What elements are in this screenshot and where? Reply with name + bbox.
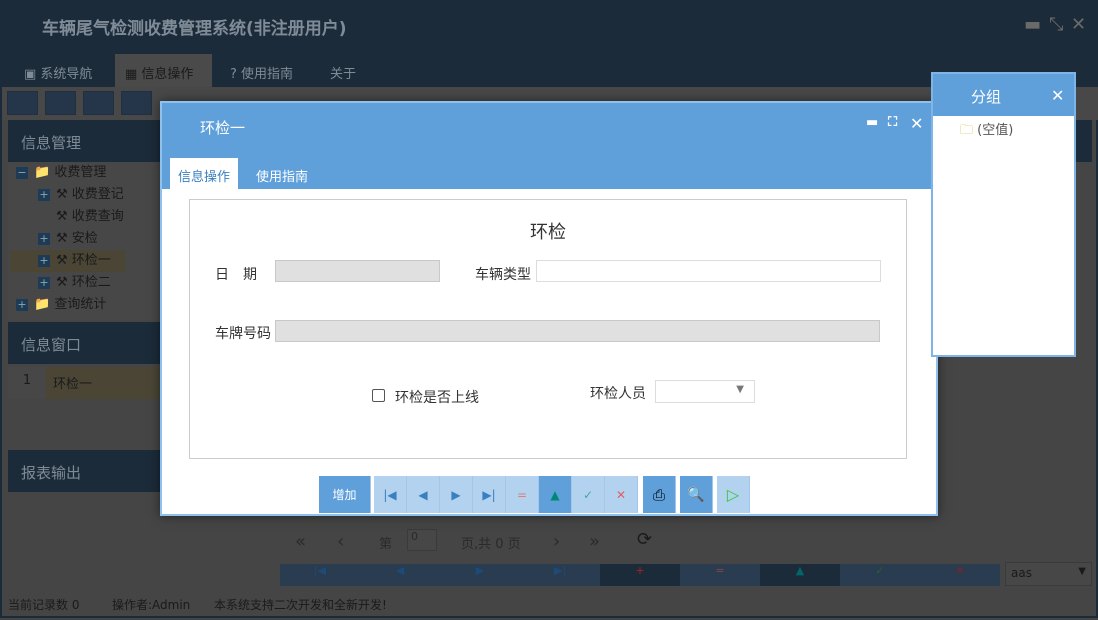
online-checkbox[interactable] <box>372 389 385 402</box>
form-title: 环检 <box>190 218 906 244</box>
date-label: 日 期 <box>215 264 257 284</box>
add-button[interactable]: 增加 <box>319 476 371 513</box>
tab-about[interactable]: 关于 <box>320 54 366 87</box>
inspector-select[interactable]: ▼ <box>655 380 755 403</box>
modal-header: 环检一 <box>162 103 936 150</box>
first-page-icon[interactable]: « <box>295 531 306 552</box>
tree-item[interactable]: +📁 查询统计 <box>16 294 106 316</box>
modal-title: 环检一 <box>200 119 245 137</box>
page-input[interactable]: 0 <box>407 529 437 551</box>
close-icon[interactable]: ✕ <box>910 114 923 133</box>
edit-button[interactable]: ▲ <box>539 476 572 513</box>
group-title: 分组 <box>971 88 1001 106</box>
status-bar: 当前记录数 0 操作者:Admin 本系统支持二次开发和全新开发! <box>2 592 1098 620</box>
tree-item[interactable]: −📁 收费管理 <box>16 162 106 184</box>
tab-info-ops[interactable]: ▦ 信息操作 <box>115 54 212 87</box>
close-icon[interactable]: ✕ <box>1051 86 1064 105</box>
prev-page-icon[interactable]: ‹ <box>337 531 344 552</box>
record-count: 当前记录数 0 <box>8 596 79 613</box>
run-button[interactable]: ▷ <box>717 476 750 513</box>
inspector-label: 环检人员 <box>590 383 646 403</box>
document-button[interactable] <box>83 91 114 115</box>
delete-button[interactable]: = <box>506 476 539 513</box>
pager: « ‹ 第 0 页,共 0 页 › » ⟳ <box>277 527 1092 567</box>
plate-label: 车牌号码 <box>215 323 271 343</box>
restore-icon[interactable]: ⤡ <box>1049 14 1063 35</box>
vehicle-type-label: 车辆类型 <box>475 264 531 284</box>
user-button[interactable] <box>121 91 152 115</box>
operator: 操作者:Admin <box>112 596 190 613</box>
minimize-icon[interactable]: ▬ <box>866 115 878 130</box>
tab-guide[interactable]: ? 使用指南 <box>220 54 303 87</box>
vehicle-type-input[interactable] <box>536 260 881 282</box>
close-icon[interactable]: ✕ <box>1071 14 1086 35</box>
last-record-button[interactable]: ▶| <box>520 564 600 586</box>
bottom-nav-toolbar: |◀ ◀ ▶ ▶| + = ▲ ✓ ✕ <box>280 564 1000 586</box>
prev-record-button[interactable]: ◀ <box>407 476 440 513</box>
save-button[interactable]: ✓ <box>572 476 605 513</box>
add-record-button[interactable]: + <box>600 564 680 586</box>
first-record-button[interactable]: |◀ <box>374 476 407 513</box>
next-record-button[interactable]: ▶ <box>440 564 520 586</box>
group-panel: 分组 ✕ 🗀 (空值) <box>931 72 1076 357</box>
tab-guide[interactable]: 使用指南 <box>248 158 316 189</box>
search-button[interactable] <box>7 91 38 115</box>
inspection-form: 环检 日 期 车辆类型 车牌号码 环检是否上线 环检人员 ▼ <box>189 199 907 459</box>
preview-button[interactable]: 🔍 <box>680 476 713 513</box>
minimize-icon[interactable]: ▬ <box>1024 14 1041 35</box>
bottom-select[interactable]: aas▼ <box>1005 562 1092 586</box>
save-record-button[interactable]: ✓ <box>840 564 920 586</box>
online-label: 环检是否上线 <box>395 387 479 407</box>
print-button[interactable]: ⎙ <box>643 476 676 513</box>
modal-tabs: 信息操作 使用指南 <box>162 150 936 189</box>
maximize-icon[interactable]: ⛶ <box>888 115 897 130</box>
next-page-icon[interactable]: › <box>553 531 560 552</box>
window-row[interactable]: 1 环检一 <box>8 367 162 399</box>
group-item[interactable]: 🗀 (空值) <box>960 119 1013 143</box>
tree-item[interactable]: +⚒ 收费登记 <box>38 184 124 206</box>
app-title: 车辆尾气检测收费管理系统(非注册用户) <box>42 19 347 39</box>
tab-info-ops[interactable]: 信息操作 <box>170 158 238 189</box>
tab-system-nav[interactable]: ▣ 系统导航 <box>14 54 102 87</box>
cancel-button[interactable]: ✕ <box>605 476 638 513</box>
list-button[interactable] <box>45 91 76 115</box>
refresh-icon[interactable]: ⟳ <box>637 529 652 550</box>
delete-record-button[interactable]: = <box>680 564 760 586</box>
tree-item[interactable]: ⚒ 收费查询 <box>56 206 124 228</box>
status-note: 本系统支持二次开发和全新开发! <box>214 596 387 613</box>
edit-record-button[interactable]: ▲ <box>760 564 840 586</box>
last-record-button[interactable]: ▶| <box>473 476 506 513</box>
plate-input[interactable] <box>275 320 880 342</box>
next-record-button[interactable]: ▶ <box>440 476 473 513</box>
cancel-record-button[interactable]: ✕ <box>920 564 1000 586</box>
date-input[interactable] <box>275 260 440 282</box>
tree-item[interactable]: +⚒ 环检二 <box>38 272 111 294</box>
prev-record-button[interactable]: ◀ <box>360 564 440 586</box>
last-page-icon[interactable]: » <box>589 531 600 552</box>
tree-item-selected[interactable]: +⚒ 环检一 <box>10 250 125 272</box>
tree-item[interactable]: +⚒ 安检 <box>38 228 98 250</box>
folder-icon: 🗀 <box>960 123 973 138</box>
modal-dialog: 环检一 ▬ ⛶ ✕ 信息操作 使用指南 环检 日 期 车辆类型 车牌号码 环检是… <box>160 101 938 516</box>
first-record-button[interactable]: |◀ <box>280 564 360 586</box>
title-bar: 车辆尾气检测收费管理系统(非注册用户) <box>2 2 1098 47</box>
